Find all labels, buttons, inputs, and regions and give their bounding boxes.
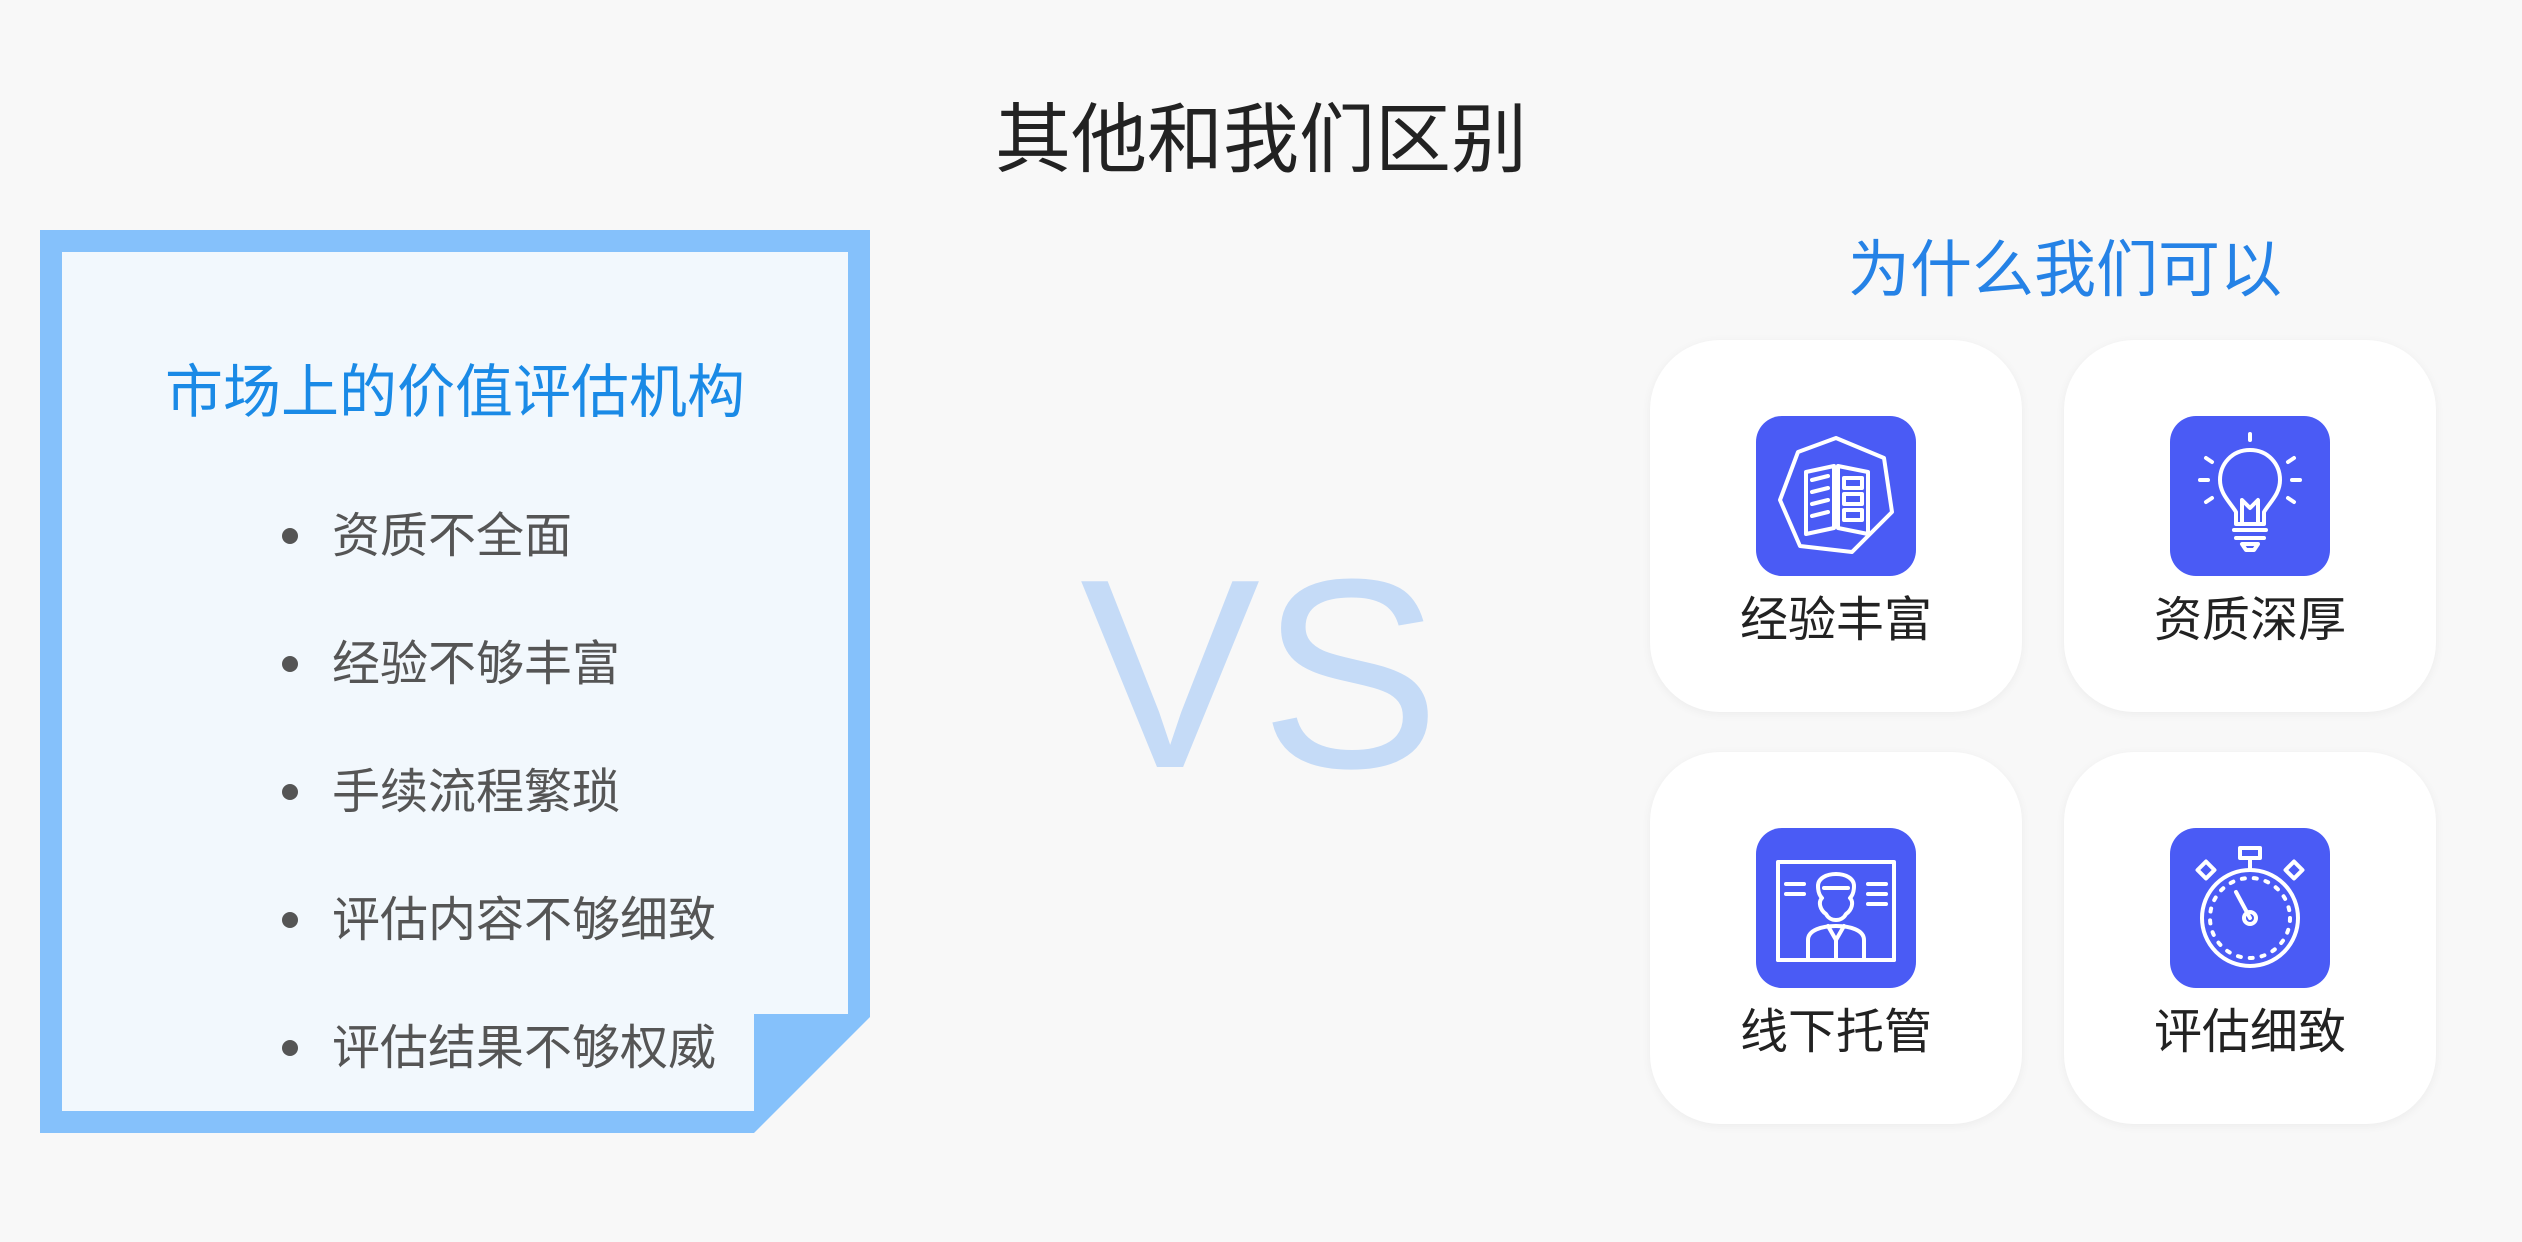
market-agencies-heading: 市场上的价值评估机构 [164,358,745,426]
vs-text: VS [1080,524,1441,825]
bullet-icon [282,656,298,672]
list-item: 评估内容不够细致 [282,856,716,984]
list-item: 经验不够丰富 [282,600,716,728]
feature-tile-label: 资质深厚 [2153,592,2346,648]
bullet-icon [282,1040,298,1056]
feature-tile-label: 评估细致 [2153,1004,2346,1060]
feature-tile-detailed-assessment: 评估细致 [2064,752,2436,1124]
list-item-text: 评估内容不够细致 [332,892,717,948]
market-agencies-list: 资质不全面 经验不够丰富 手续流程繁琐 评估内容不够细致 评估结果不够权威 [282,472,717,1111]
feature-tile-offline-custody: 线下托管 [1650,752,2022,1124]
stopwatch-icon [2170,828,2330,988]
market-agencies-card: 市场上的价值评估机构 资质不全面 经验不够丰富 手续流程繁琐 评估内容不够细致 … [40,230,870,1133]
bullet-icon [282,912,298,928]
feature-tile-label: 经验丰富 [1739,592,1932,648]
list-item-text: 资质不全面 [332,508,573,564]
feature-tile-label: 线下托管 [1739,1004,1932,1060]
list-item: 资质不全面 [282,472,716,600]
bullet-icon [282,528,298,544]
why-us-heading: 为什么我们可以 [1847,233,2282,306]
bullet-icon [282,784,298,800]
list-item: 评估结果不够权威 [282,984,717,1111]
lightbulb-icon [2170,416,2330,576]
feature-tile-qualification: 资质深厚 [2064,340,2436,712]
feature-tile-experience: 经验丰富 [1650,340,2022,712]
page-title: 其他和我们区别 [995,95,1527,184]
list-item-text: 经验不够丰富 [332,636,621,692]
list-item-text: 评估结果不够权威 [332,1020,717,1076]
consultant-icon [1756,828,1916,988]
list-item: 手续流程繁琐 [282,728,716,856]
list-item-text: 手续流程繁琐 [332,764,621,820]
book-icon [1756,416,1916,576]
market-agencies-card-content: 市场上的价值评估机构 资质不全面 经验不够丰富 手续流程繁琐 评估内容不够细致 … [62,252,848,1111]
